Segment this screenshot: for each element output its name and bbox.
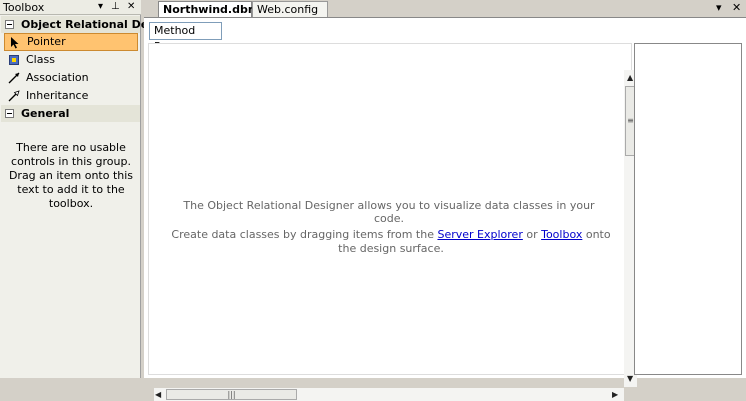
toolbox-pin-icon[interactable]: ⊥	[111, 0, 120, 14]
group-header-object-relational-designer[interactable]: Object Relational Des...	[1, 16, 167, 33]
scroll-left-arrow-icon[interactable]: ◀	[155, 390, 161, 400]
document-tabstrip: Northwind.dbml* Web.config ▾ ✕	[144, 0, 746, 17]
group-header-general[interactable]: General	[1, 105, 140, 122]
collapse-icon[interactable]	[5, 109, 14, 118]
empty-group-message: There are no usable controls in this gro…	[8, 141, 134, 210]
designer-hint-line2: Create data classes by dragging items fr…	[164, 228, 618, 256]
tool-class[interactable]: Class	[4, 51, 138, 69]
tab-dropdown-icon[interactable]: ▾	[716, 1, 722, 15]
tool-label: Inheritance	[26, 89, 89, 102]
horizontal-scroll-thumb[interactable]: |||	[166, 389, 297, 400]
tool-pointer[interactable]: Pointer	[4, 33, 138, 51]
collapse-icon[interactable]	[5, 20, 14, 29]
toolbox-close-icon[interactable]: ✕	[127, 0, 135, 14]
scroll-down-arrow-icon[interactable]: ▼	[627, 374, 633, 384]
toolbox-title-bar: Toolbox ▾ ⊥ ✕	[0, 0, 141, 15]
group-label: General	[21, 107, 70, 120]
hint-text: or	[522, 228, 542, 241]
design-surface[interactable]: The Object Relational Designer allows yo…	[148, 43, 637, 401]
horizontal-scrollbar[interactable]: ◀ ||| ▶	[154, 388, 624, 401]
tool-label: Pointer	[27, 35, 66, 48]
toolbox-dropdown-icon[interactable]: ▾	[98, 0, 103, 14]
server-explorer-link[interactable]: Server Explorer	[437, 228, 522, 241]
toolbox-panel: Toolbox ▾ ⊥ ✕ Object Relational Des... P…	[0, 0, 167, 378]
hint-text: Create data classes by dragging items fr…	[171, 228, 438, 241]
scroll-right-arrow-icon[interactable]: ▶	[612, 390, 618, 400]
scroll-up-arrow-icon[interactable]: ▲	[627, 73, 633, 83]
tab-web-config[interactable]: Web.config	[252, 1, 328, 17]
class-icon	[9, 55, 19, 65]
tab-close-icon[interactable]: ✕	[732, 1, 741, 15]
designer-hint-line1: The Object Relational Designer allows yo…	[183, 199, 595, 225]
tab-northwind-dbml[interactable]: Northwind.dbml*	[158, 1, 269, 17]
inheritance-icon	[7, 87, 21, 107]
association-icon	[7, 69, 21, 89]
tool-inheritance[interactable]: Inheritance	[4, 87, 138, 105]
designer-editor: Method Pane The Object Relational Design…	[144, 17, 746, 401]
tool-label: Association	[26, 71, 89, 84]
method-pane-button[interactable]: Method Pane	[149, 22, 222, 53]
toolbox-link[interactable]: Toolbox	[541, 228, 582, 241]
tool-label: Class	[26, 53, 55, 66]
tool-association[interactable]: Association	[4, 69, 138, 87]
method-pane[interactable]	[634, 43, 742, 375]
toolbox-title: Toolbox	[3, 1, 45, 14]
